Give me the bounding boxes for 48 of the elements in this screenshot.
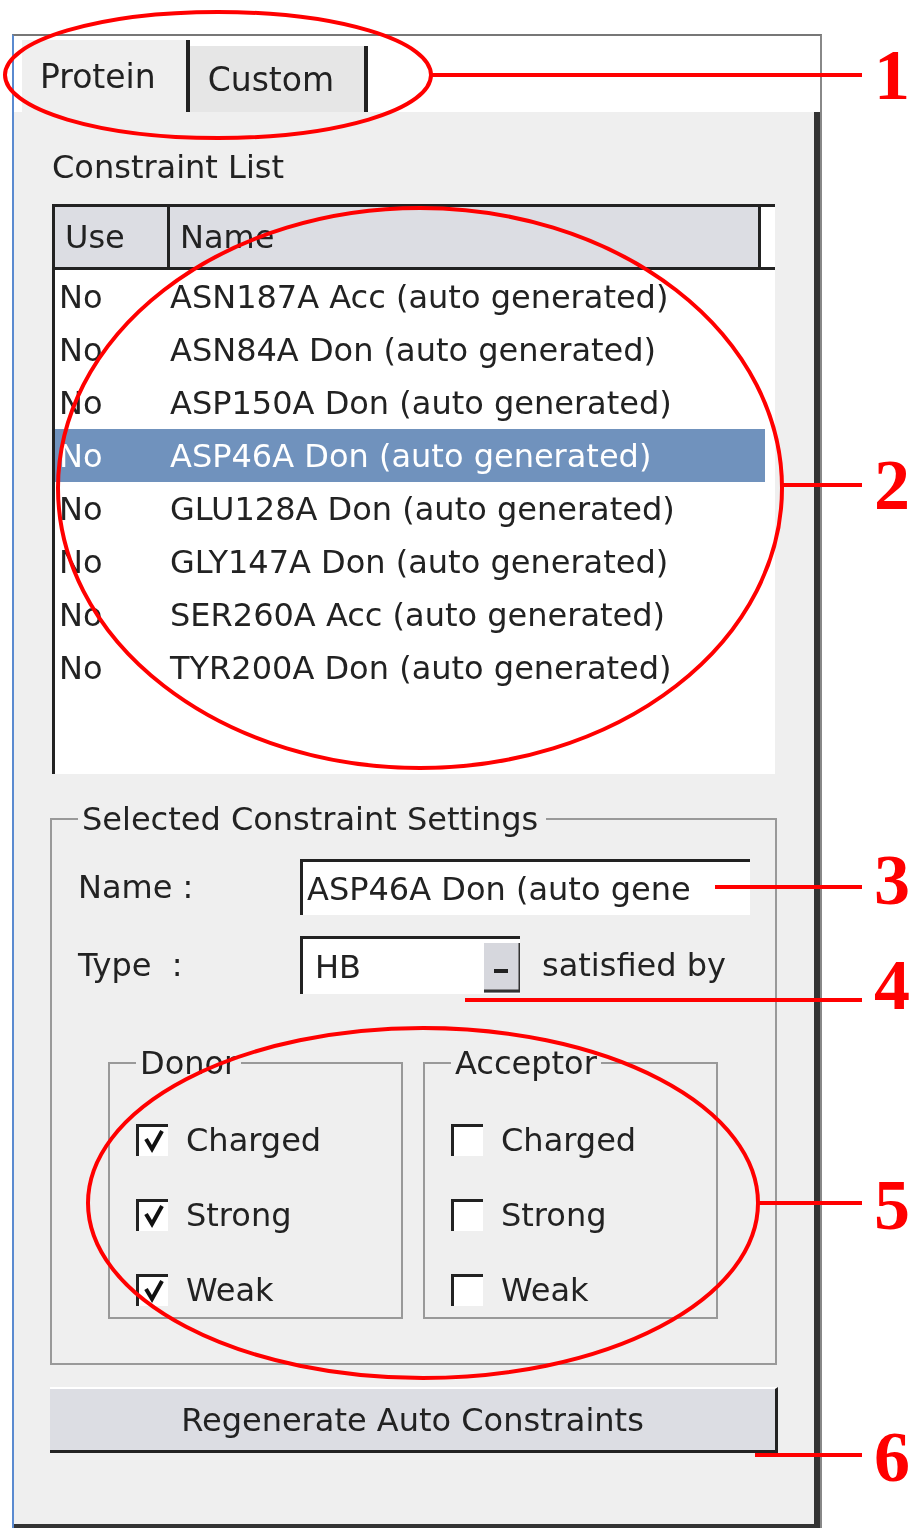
regenerate-button[interactable]: Regenerate Auto Constraints [50,1387,778,1453]
name-cell: ASP150A Don (auto generated) [170,383,672,422]
name-cell: GLY147A Don (auto generated) [170,542,669,581]
table-row[interactable]: No GLU128A Don (auto generated) [55,482,765,535]
group-title: Acceptor [454,1044,598,1082]
tab[interactable]: Custom [189,46,369,112]
callout-number: 1 [874,35,910,115]
checkbox[interactable] [136,1273,168,1306]
checkbox[interactable] [451,1198,483,1231]
checkbox-label: Charged [501,1120,637,1159]
use-cell-text: No [58,648,104,687]
checkbox[interactable] [451,1123,483,1156]
use-cell-text: No [58,330,104,369]
tab[interactable]: Protein [22,40,190,112]
table-row[interactable]: No TYR200A Don (auto generated) [55,641,765,694]
callout-number: 3 [874,840,910,920]
name-cell: ASN84A Don (auto generated) [170,330,657,369]
type-dropdown[interactable]: HB [300,936,520,994]
callout-number: 5 [874,1165,910,1245]
section-title: Constraint List [52,148,285,186]
checkbox-label: Weak [186,1270,274,1309]
name-cell: GLU128A Don (auto generated) [170,489,675,528]
checkbox-label: Strong [186,1195,292,1234]
use-cell-text: No [58,277,104,316]
checkbox-label: Weak [501,1270,589,1309]
use-cell-text: No [58,489,104,528]
callout-number: 6 [874,1417,910,1497]
callout-number: 2 [874,445,910,525]
field-hint: satisfied by [542,946,726,984]
field-label: Name : [78,868,195,906]
callout-number: 4 [874,945,910,1025]
name-cell: TYR200A Don (auto generated) [170,648,672,687]
name-field[interactable]: ASP46A Don (auto gene [300,859,750,915]
table-row[interactable]: No ASN84A Don (auto generated) [55,323,765,376]
checkbox[interactable] [136,1198,168,1231]
checkbox[interactable] [451,1273,483,1306]
checkbox-label: Charged [186,1120,322,1159]
name-cell: ASP46A Don (auto generated) [170,436,652,475]
use-cell-text: No [58,436,104,475]
dropdown-arrow-icon [484,943,520,993]
checkbox[interactable] [136,1123,168,1156]
column-header[interactable]: Use [55,207,170,267]
checkbox-label: Strong [501,1195,607,1234]
name-cell: ASN187A Acc (auto generated) [170,277,669,316]
group-title: Selected Constraint Settings [81,800,540,838]
field-label: Type : [78,946,184,984]
name-cell: SER260A Acc (auto generated) [170,595,666,634]
table-row[interactable]: No ASN187A Acc (auto generated) [55,270,765,323]
